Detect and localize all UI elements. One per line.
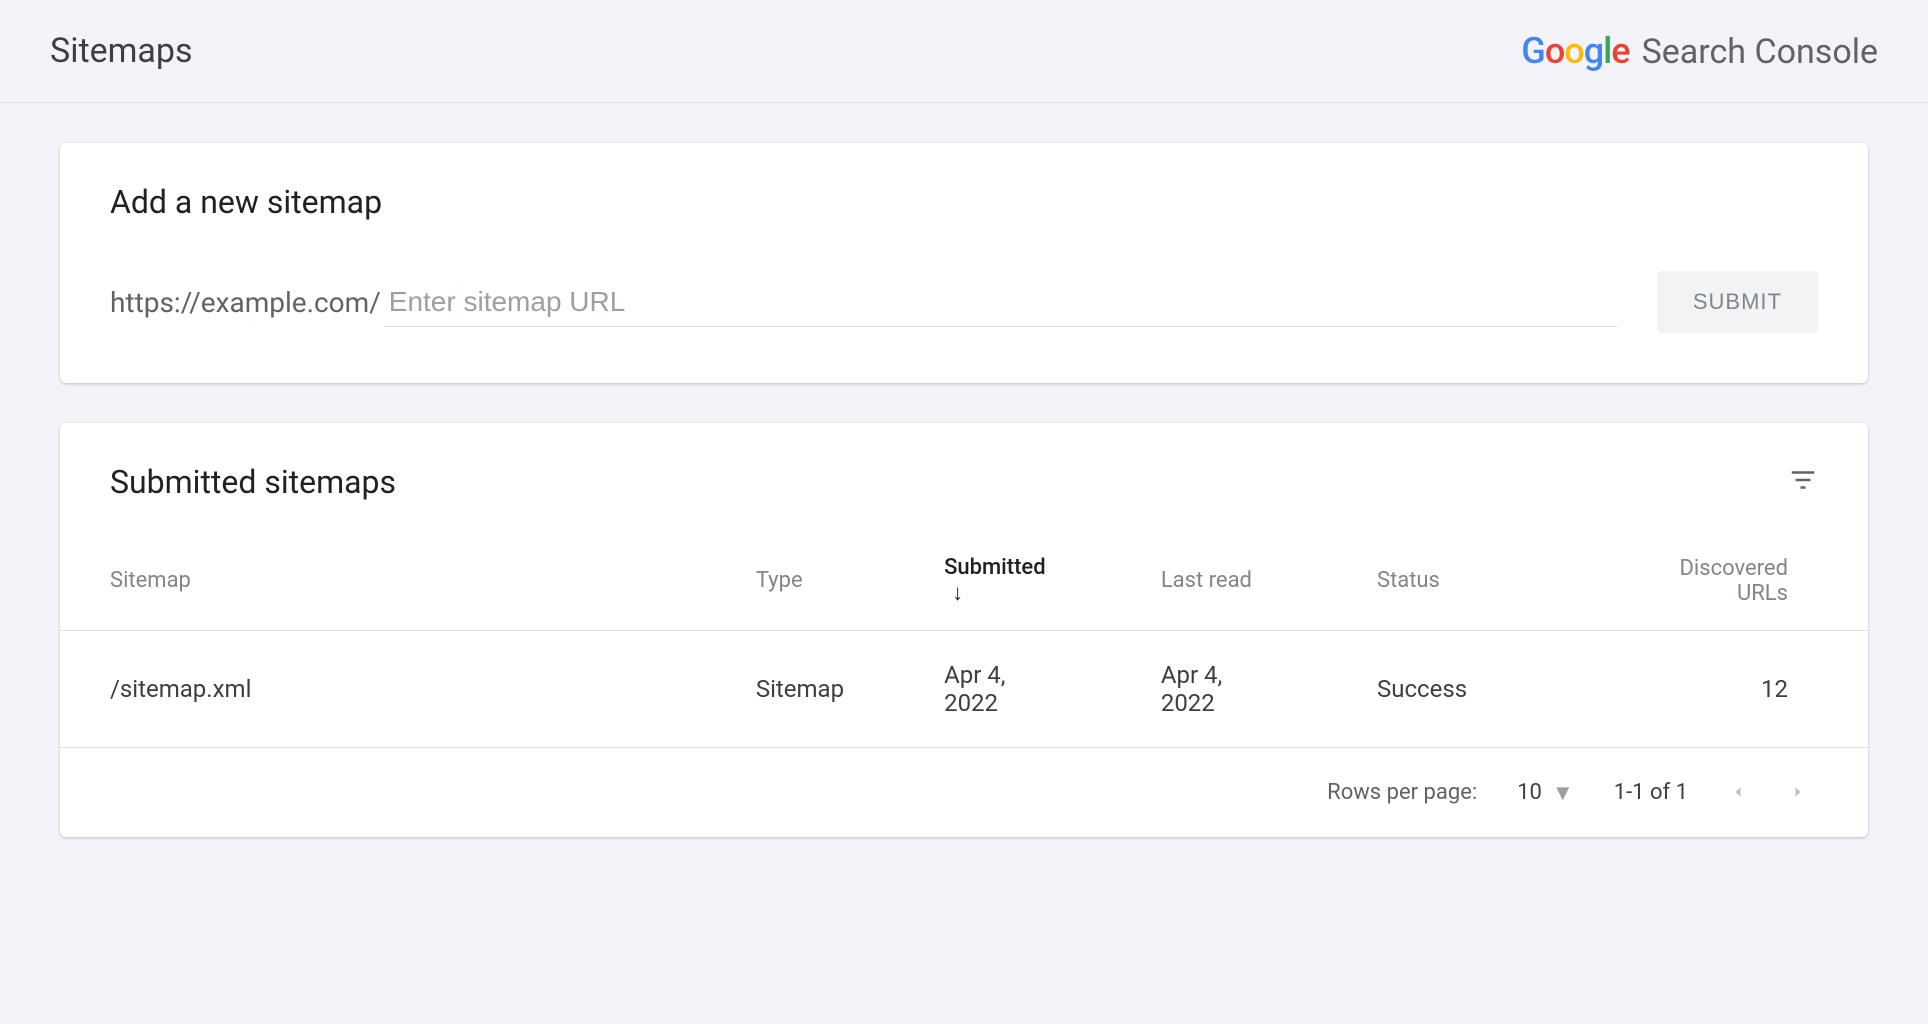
prev-page-button[interactable] bbox=[1728, 776, 1748, 809]
pager-nav bbox=[1728, 776, 1808, 809]
filter-icon[interactable] bbox=[1788, 465, 1818, 499]
caret-down-icon: ▼ bbox=[1552, 780, 1574, 806]
col-header-submitted-label: Submitted bbox=[944, 555, 1046, 580]
url-prefix: https://example.com/ bbox=[110, 286, 385, 319]
sort-arrow-down-icon: ↓ bbox=[952, 581, 963, 606]
page-title: Sitemaps bbox=[50, 31, 193, 71]
col-header-submitted[interactable]: Submitted ↓ bbox=[894, 531, 1111, 631]
sitemaps-table: Sitemap Type Submitted ↓ Last read Statu… bbox=[60, 531, 1868, 748]
brand-suffix: Search Console bbox=[1642, 32, 1878, 72]
pager-range: 1-1 of 1 bbox=[1614, 780, 1688, 805]
add-sitemap-card: Add a new sitemap https://example.com/ S… bbox=[60, 143, 1868, 383]
google-logo: Google bbox=[1521, 30, 1629, 72]
next-page-button[interactable] bbox=[1788, 776, 1808, 809]
col-header-type[interactable]: Type bbox=[706, 531, 894, 631]
add-card-header: Add a new sitemap bbox=[60, 143, 1868, 251]
rows-per-page-select[interactable]: 10 ▼ bbox=[1517, 780, 1574, 806]
cell-status: Success bbox=[1327, 631, 1579, 748]
sitemap-url-input[interactable] bbox=[385, 278, 1617, 327]
cell-lastread: Apr 4, 2022 bbox=[1111, 631, 1327, 748]
content-area: Add a new sitemap https://example.com/ S… bbox=[0, 103, 1928, 917]
brand: Google Search Console bbox=[1521, 30, 1878, 72]
col-header-sitemap[interactable]: Sitemap bbox=[60, 531, 706, 631]
col-header-status[interactable]: Status bbox=[1327, 531, 1579, 631]
add-sitemap-form: https://example.com/ SUBMIT bbox=[60, 251, 1868, 383]
col-header-lastread[interactable]: Last read bbox=[1111, 531, 1327, 631]
table-pager: Rows per page: 10 ▼ 1-1 of 1 bbox=[60, 748, 1868, 837]
cell-submitted: Apr 4, 2022 bbox=[894, 631, 1111, 748]
submitted-sitemaps-card: Submitted sitemaps Sitemap Type Submitte… bbox=[60, 423, 1868, 837]
rows-per-page-label: Rows per page: bbox=[1327, 780, 1477, 805]
cell-sitemap: /sitemap.xml bbox=[60, 631, 706, 748]
col-header-discovered[interactable]: Discovered URLs bbox=[1579, 531, 1868, 631]
add-card-title: Add a new sitemap bbox=[110, 183, 382, 221]
cell-discovered: 12 bbox=[1579, 631, 1868, 748]
table-header-row: Sitemap Type Submitted ↓ Last read Statu… bbox=[60, 531, 1868, 631]
table-row[interactable]: /sitemap.xml Sitemap Apr 4, 2022 Apr 4, … bbox=[60, 631, 1868, 748]
submitted-card-title: Submitted sitemaps bbox=[110, 463, 396, 501]
submitted-card-header: Submitted sitemaps bbox=[60, 423, 1868, 531]
submit-button[interactable]: SUBMIT bbox=[1657, 271, 1818, 333]
rows-per-page-value: 10 bbox=[1517, 780, 1542, 805]
cell-type: Sitemap bbox=[706, 631, 894, 748]
page-header: Sitemaps Google Search Console bbox=[0, 0, 1928, 103]
